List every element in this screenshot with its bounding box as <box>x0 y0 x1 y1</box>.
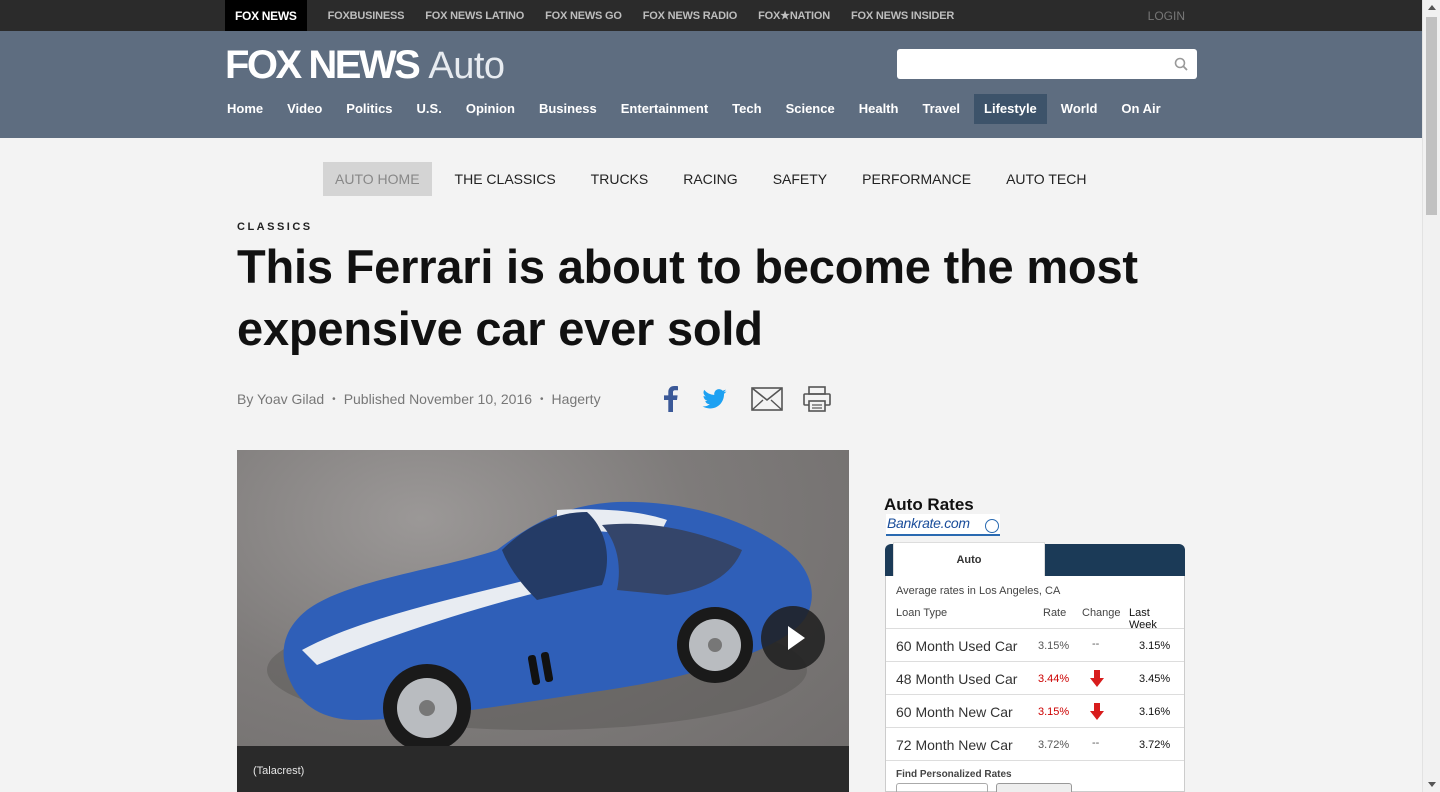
search-input[interactable] <box>897 49 1157 79</box>
rate-change: -- <box>1092 737 1100 749</box>
rate-loan-type[interactable]: 48 Month Used Car <box>896 671 1017 687</box>
rate-change: -- <box>1092 638 1100 650</box>
bankrate-logo-text: Bankrate.com <box>887 515 970 531</box>
network-bar: FOX NEWS FOXBUSINESS FOX NEWS latino FOX… <box>0 0 1422 31</box>
arrow-down-icon <box>1090 670 1104 687</box>
search-rates-button[interactable] <box>996 783 1072 792</box>
rates-column-headers: Loan Type Rate Change Last Week <box>896 607 1180 631</box>
rate-row[interactable]: 48 Month Used Car 3.44% 3.45% <box>886 661 1184 694</box>
scroll-down-icon[interactable] <box>1428 782 1436 787</box>
nav-home[interactable]: Home <box>217 94 273 124</box>
rate-value: 3.72% <box>1038 739 1070 751</box>
byline-separator: • <box>540 393 544 405</box>
bankrate-logo-icon <box>985 519 999 533</box>
arrow-down-icon <box>1090 703 1104 720</box>
share-print[interactable] <box>802 384 832 414</box>
subnav-safety[interactable]: SAFETY <box>761 162 839 196</box>
rate-value: 3.15% <box>1038 640 1070 652</box>
subnav-auto-home[interactable]: AUTO HOME <box>323 162 432 196</box>
publish-date: Published November 10, 2016 <box>343 391 533 407</box>
nav-health[interactable]: Health <box>849 94 909 124</box>
nav-travel[interactable]: Travel <box>912 94 970 124</box>
nav-entertainment[interactable]: Entertainment <box>611 94 718 124</box>
network-link-go[interactable]: FOX NEWS GO <box>545 10 622 22</box>
find-rates-row: Find Personalized Rates <box>886 760 1184 792</box>
page-scrollbar[interactable] <box>1422 0 1440 792</box>
scroll-thumb[interactable] <box>1426 17 1437 215</box>
twitter-icon <box>699 384 729 414</box>
login-link[interactable]: LOGIN <box>1148 9 1185 23</box>
rate-row[interactable]: 60 Month New Car 3.15% 3.16% <box>886 694 1184 727</box>
col-change: Change <box>1082 607 1121 619</box>
facebook-icon <box>656 384 686 414</box>
email-icon <box>750 384 784 414</box>
search-icon[interactable] <box>1174 57 1188 71</box>
logo-main: FOX NEWS <box>225 43 421 87</box>
ferrari-car-image <box>267 501 812 750</box>
scroll-up-icon[interactable] <box>1428 5 1436 10</box>
article-byline: By Yoav Gilad • Published November 10, 2… <box>237 391 601 407</box>
nav-us[interactable]: U.S. <box>407 94 452 124</box>
rates-title: Auto Rates <box>884 495 974 514</box>
rate-loan-type[interactable]: 60 Month New Car <box>896 704 1013 720</box>
rates-tab-auto[interactable]: Auto <box>893 542 1045 576</box>
rate-value: 3.44% <box>1038 673 1070 685</box>
author-name[interactable]: By Yoav Gilad <box>237 391 324 407</box>
share-facebook[interactable] <box>656 384 686 414</box>
network-brand-link[interactable]: FOX NEWS <box>225 0 307 31</box>
byline-separator: • <box>332 393 336 405</box>
rate-last-week: 3.15% <box>1139 640 1171 652</box>
zip-input[interactable] <box>896 783 988 792</box>
rate-loan-type[interactable]: 60 Month Used Car <box>896 638 1017 654</box>
hero-video[interactable]: (Talacrest) <box>237 450 849 792</box>
nav-politics[interactable]: Politics <box>336 94 402 124</box>
subnav-the-classics[interactable]: THE CLASSICS <box>443 162 568 196</box>
find-rates-label: Find Personalized Rates <box>896 769 1012 780</box>
search-box <box>897 49 1197 79</box>
rates-location: Average rates in Los Angeles, CA <box>896 585 1061 597</box>
article-headline: This Ferrari is about to become the most… <box>237 240 1138 355</box>
nav-lifestyle[interactable]: Lifestyle <box>974 94 1047 124</box>
nav-opinion[interactable]: Opinion <box>456 94 525 124</box>
rate-loan-type[interactable]: 72 Month New Car <box>896 737 1013 753</box>
play-button[interactable] <box>761 606 825 670</box>
network-link-latino[interactable]: FOX NEWS latino <box>425 10 524 22</box>
auto-subnav: AUTO HOME THE CLASSICS TRUCKS RACING SAF… <box>323 162 1109 196</box>
logo-section: Auto <box>428 45 505 87</box>
subnav-trucks[interactable]: TRUCKS <box>579 162 661 196</box>
nav-world[interactable]: World <box>1051 94 1108 124</box>
rate-value: 3.15% <box>1038 706 1070 718</box>
rate-row[interactable]: 60 Month Used Car 3.15% -- 3.15% <box>886 628 1184 661</box>
subnav-performance[interactable]: PERFORMANCE <box>850 162 983 196</box>
network-link-nation[interactable]: FOX★NATION <box>758 9 830 22</box>
rate-row[interactable]: 72 Month New Car 3.72% -- 3.72% <box>886 727 1184 760</box>
article-source: Hagerty <box>551 391 601 407</box>
site-logo[interactable]: FOX NEWS Auto <box>225 43 505 87</box>
subnav-racing[interactable]: RACING <box>671 162 749 196</box>
nav-video[interactable]: Video <box>277 94 332 124</box>
col-rate: Rate <box>1043 607 1067 619</box>
nav-on-air[interactable]: On Air <box>1111 94 1170 124</box>
subnav-auto-tech[interactable]: AUTO TECH <box>994 162 1098 196</box>
rate-last-week: 3.72% <box>1139 739 1171 751</box>
print-icon <box>802 384 832 414</box>
nav-tech[interactable]: Tech <box>722 94 771 124</box>
site-header: FOX NEWS Auto Home Video Politics U.S. O… <box>0 31 1422 138</box>
image-caption: (Talacrest) <box>253 765 305 777</box>
nav-business[interactable]: Business <box>529 94 607 124</box>
rate-last-week: 3.45% <box>1139 673 1171 685</box>
bankrate-logo[interactable]: Bankrate.com <box>886 514 1000 536</box>
network-link-radio[interactable]: FOX NEWS RADIO <box>643 10 738 22</box>
col-loan-type: Loan Type <box>896 607 948 619</box>
rates-table: Average rates in Los Angeles, CA Loan Ty… <box>885 576 1185 792</box>
nav-science[interactable]: Science <box>776 94 845 124</box>
main-nav: Home Video Politics U.S. Opinion Busines… <box>217 94 1175 124</box>
rate-last-week: 3.16% <box>1139 706 1171 718</box>
network-link-insider[interactable]: FOX NEWS INSIDER <box>851 10 954 22</box>
caption-bar: (Talacrest) <box>237 746 849 792</box>
share-email[interactable] <box>750 384 784 414</box>
article-category[interactable]: CLASSICS <box>237 221 313 233</box>
share-twitter[interactable] <box>699 384 729 414</box>
network-link-business[interactable]: FOXBUSINESS <box>328 10 405 22</box>
